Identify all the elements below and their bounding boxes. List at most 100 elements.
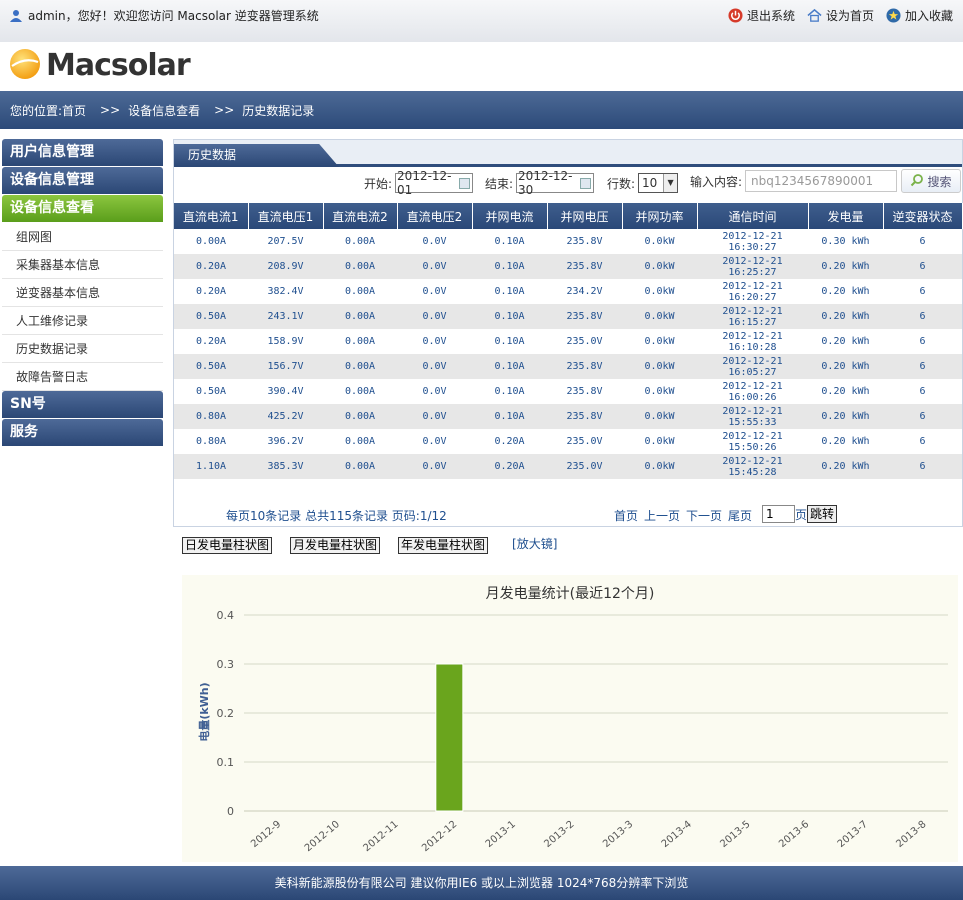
table-cell: 0.10A [472,279,547,304]
table-cell: 243.1V [248,304,323,329]
top-links: 退出系统 设为首页 加入收藏 [722,7,953,24]
table-row: 0.20A 382.4V 0.00A 0.0V 0.10A 234.2V 0.0kW 2012… [174,279,962,304]
calendar-icon[interactable] [459,177,471,189]
column-header: 直流电压2 [397,203,473,229]
y-tick-label: 0.4 [217,609,235,622]
set-home-link[interactable]: 设为首页 [807,7,874,24]
sidebar-item-collector[interactable]: 采集器基本信息 [2,251,163,279]
sidebar-head-service[interactable]: 服务 [2,419,163,446]
chart-bar[interactable] [435,663,464,812]
user-icon [8,8,24,24]
sidebar-item-network[interactable]: 组网图 [2,223,163,251]
table-cell: 0.0kW [622,254,697,279]
chart-buttons: 日发电量柱状图 月发电量柱状图 年发电量柱状图 [放大镜] [182,537,557,554]
table-row: 0.80A 396.2V 0.00A 0.0V 0.20A 235.0V 0.0kW 2012… [174,429,962,454]
table-cell: 0.20 kWh [808,304,883,329]
table-cell: 0.10A [472,254,547,279]
table-cell: 0.80A [174,429,248,454]
table-cell: 235.8V [547,304,622,329]
chart-svg: 月发电量统计(最近12个月) 电量(kWh) 0 0.1 0.2 0.3 0.4 201… [197,586,948,854]
sidebar-item-inverter[interactable]: 逆变器基本信息 [2,279,163,307]
table-cell: 0.20A [472,429,547,454]
table-header-row: 直流电流1 直流电压1 直流电流2 直流电压2 并网电流 并网电压 并网功率 通… [174,203,963,229]
sidebar-head-sn[interactable]: SN号 [2,391,163,418]
table-cell: 0.20 kWh [808,354,883,379]
x-tick-label: 2013-5 [718,819,752,850]
table-cell: 2012-12-21 16:20:27 [697,279,808,304]
page-number-input[interactable]: 1 [762,505,795,523]
sidebar-item-history[interactable]: 历史数据记录 [2,335,163,363]
table-cell: 208.9V [248,254,323,279]
table-cell: 0.20 kWh [808,454,883,479]
y-tick-label: 0.2 [217,707,235,720]
logo: Macsolar [8,46,191,84]
sidebar-head-device-manage[interactable]: 设备信息管理 [2,167,163,194]
table-cell: 235.8V [547,379,622,404]
zoom-link[interactable]: [放大镜] [512,535,557,552]
next-page-link[interactable]: 下一页 [686,507,722,524]
table-cell: 0.0kW [622,454,697,479]
table-cell: 235.8V [547,254,622,279]
daily-chart-button[interactable]: 日发电量柱状图 [182,537,273,554]
x-tick-label: 2013-6 [777,819,811,850]
search-button[interactable]: 搜索 [901,169,961,193]
logo-text: Macsolar [46,47,191,83]
x-tick-label: 2013-3 [601,819,635,850]
breadcrumb-home[interactable]: 您的位置:首页 [10,102,86,119]
last-page-link[interactable]: 尾页 [728,507,752,524]
y-tick-label: 0.1 [217,756,235,769]
table-cell: 6 [883,329,962,354]
table-cell: 0.80A [174,404,248,429]
tab-history-data[interactable]: 历史数据 [174,144,339,167]
table-cell: 0.20A [174,279,248,304]
sidebar-head-user-info[interactable]: 用户信息管理 [2,139,163,166]
table-cell: 235.8V [547,354,622,379]
yearly-chart-button[interactable]: 年发电量柱状图 [398,537,489,554]
table-cell: 0.50A [174,304,248,329]
filter-bar: 开始: 2012-12-01 结束: 2012-12-30 行数: 10 ▼ 输… [174,167,962,203]
end-date-input[interactable]: 2012-12-30 [516,169,595,197]
jump-button[interactable]: 跳转 [807,505,838,523]
column-header: 通信时间 [697,203,809,229]
search-input[interactable]: nbq1234567890001 [745,170,898,192]
end-date-value: 2012-12-30 [518,169,573,197]
set-home-label: 设为首页 [825,9,874,23]
rows-select[interactable]: 10 ▼ [638,173,679,193]
table-body: 0.00A 207.5V 0.00A 0.0V 0.10A 235.8V 0.0kW 2012… [174,229,962,479]
prev-page-link[interactable]: 上一页 [644,507,680,524]
table-row: 0.50A 390.4V 0.00A 0.0V 0.10A 235.8V 0.0kW 2012… [174,379,962,404]
sidebar-item-fault-log[interactable]: 故障告警日志 [2,363,163,391]
calendar-icon[interactable] [580,177,592,189]
logout-link[interactable]: 退出系统 [728,7,795,24]
start-date-group: 开始: 2012-12-01 [364,169,474,197]
table-row: 0.80A 425.2V 0.00A 0.0V 0.10A 235.8V 0.0kW 2012… [174,404,962,429]
sidebar-item-repair[interactable]: 人工维修记录 [2,307,163,335]
table-cell: 207.5V [248,229,323,254]
table-cell: 382.4V [248,279,323,304]
first-page-link[interactable]: 首页 [614,507,638,524]
sidebar-head-device-view[interactable]: 设备信息查看 [2,195,163,222]
table-cell: 0.00A [323,279,397,304]
pager-nav: 首页 上一页 下一页 尾页 [614,507,752,524]
search-label: 搜索 [927,174,952,189]
x-tick-label: 2012-11 [362,819,401,854]
rows-value: 10 [642,176,658,190]
table-cell: 235.8V [547,229,622,254]
breadcrumb-device-view[interactable]: 设备信息查看 [128,102,200,119]
power-icon [728,8,744,24]
table-row: 0.20A 208.9V 0.00A 0.0V 0.10A 235.8V 0.0kW 2012… [174,254,962,279]
table-cell: 0.0V [397,329,472,354]
table-cell: 0.0kW [622,329,697,354]
start-date-value: 2012-12-01 [397,169,452,197]
end-label: 结束: [485,176,514,191]
favorite-link[interactable]: 加入收藏 [886,7,953,24]
table-cell: 0.50A [174,354,248,379]
monthly-chart-button[interactable]: 月发电量柱状图 [290,537,381,554]
y-tick-label: 0.3 [217,658,235,671]
table-cell: 0.0V [397,304,472,329]
table-cell: 6 [883,354,962,379]
table-cell: 2012-12-21 16:00:26 [697,379,808,404]
column-header: 直流电流2 [323,203,398,229]
start-date-input[interactable]: 2012-12-01 [395,169,474,197]
page-jump: 1 页 跳转 [762,505,838,523]
